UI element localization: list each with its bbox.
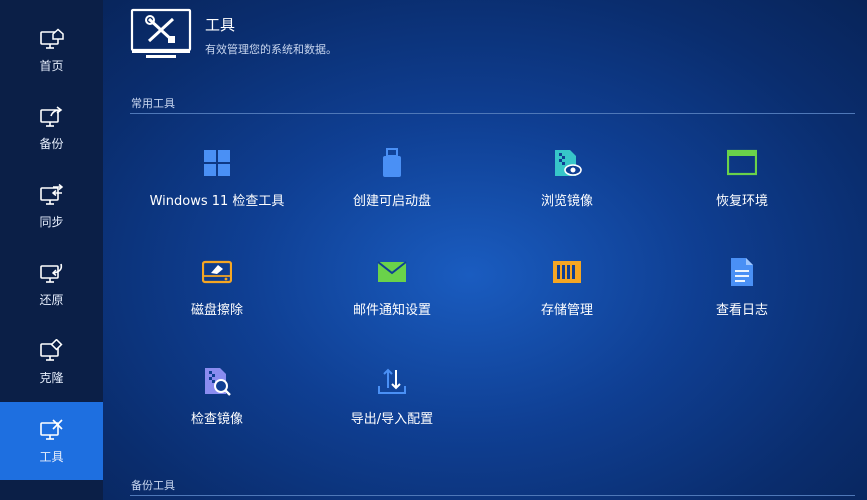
tool-check-image[interactable]: 检查镜像 xyxy=(132,366,302,446)
disk-wipe-icon xyxy=(202,260,232,284)
recovery-window-icon xyxy=(727,149,757,176)
email-icon xyxy=(377,261,407,282)
tool-storage-manage[interactable]: 存储管理 xyxy=(482,257,652,337)
tool-email-notify[interactable]: 邮件通知设置 xyxy=(307,257,477,337)
tool-label: 存储管理 xyxy=(540,303,593,318)
page-title: 工具 xyxy=(205,16,236,34)
log-file-icon xyxy=(731,258,753,286)
tool-label: 创建可启动盘 xyxy=(352,194,431,209)
storage-icon xyxy=(553,261,581,283)
sidebar-item-tools[interactable]: 工具 xyxy=(0,402,103,480)
restore-monitor-icon xyxy=(39,263,62,283)
sidebar-item-home[interactable]: 首页 xyxy=(0,11,103,89)
tool-label: Windows 11 检查工具 xyxy=(149,194,285,209)
clone-monitor-icon xyxy=(39,338,63,361)
section-label-backup: 备份工具 xyxy=(131,479,175,492)
sidebar-item-label: 同步 xyxy=(39,214,64,229)
sidebar-item-restore[interactable]: 还原 xyxy=(0,245,103,323)
tools-monitor-icon xyxy=(39,418,63,440)
tool-export-import-config[interactable]: 导出/导入配置 xyxy=(307,366,477,446)
sidebar-item-label: 备份 xyxy=(39,136,64,151)
tool-label: 检查镜像 xyxy=(190,412,243,427)
tool-label: 邮件通知设置 xyxy=(352,303,431,318)
backup-monitor-icon xyxy=(39,105,62,127)
sidebar-item-clone[interactable]: 克隆 xyxy=(0,323,103,401)
sidebar: 首页 备份 同步 还原 克隆 工具 xyxy=(0,0,103,500)
tool-recovery-env[interactable]: 恢复环境 xyxy=(657,148,827,228)
tool-label: 磁盘擦除 xyxy=(190,303,243,318)
usb-drive-icon xyxy=(383,148,401,177)
tool-label: 导出/导入配置 xyxy=(350,412,434,427)
section-divider xyxy=(130,495,855,496)
tool-disk-wipe[interactable]: 磁盘擦除 xyxy=(132,257,302,337)
sync-monitor-icon xyxy=(39,183,63,205)
tool-browse-image[interactable]: 浏览镜像 xyxy=(482,148,652,228)
tool-label: 查看日志 xyxy=(715,303,768,318)
tool-windows11-check[interactable]: Windows 11 检查工具 xyxy=(132,148,302,228)
main-panel: 工具 有效管理您的系统和数据。 常用工具 Windows 11 检查工具 创建可… xyxy=(103,0,867,500)
tool-view-logs[interactable]: 查看日志 xyxy=(657,257,827,337)
tool-label: 恢复环境 xyxy=(715,194,768,209)
sidebar-item-label: 还原 xyxy=(39,292,64,307)
home-monitor-icon xyxy=(39,27,64,49)
sidebar-item-label: 克隆 xyxy=(39,370,64,385)
sidebar-item-label: 首页 xyxy=(39,58,64,73)
tools-monitor-icon xyxy=(130,8,192,58)
export-import-icon xyxy=(378,368,406,394)
tool-create-bootable[interactable]: 创建可启动盘 xyxy=(307,148,477,228)
windows-logo-icon xyxy=(204,150,230,176)
browse-image-icon xyxy=(555,150,582,176)
sidebar-item-backup[interactable]: 备份 xyxy=(0,89,103,167)
page-subtitle: 有效管理您的系统和数据。 xyxy=(205,43,337,56)
check-image-icon xyxy=(205,368,231,396)
sidebar-item-label: 工具 xyxy=(39,449,64,464)
tool-label: 浏览镜像 xyxy=(540,194,593,209)
sidebar-item-sync[interactable]: 同步 xyxy=(0,167,103,245)
section-label-common: 常用工具 xyxy=(131,97,175,110)
section-divider xyxy=(130,113,855,114)
